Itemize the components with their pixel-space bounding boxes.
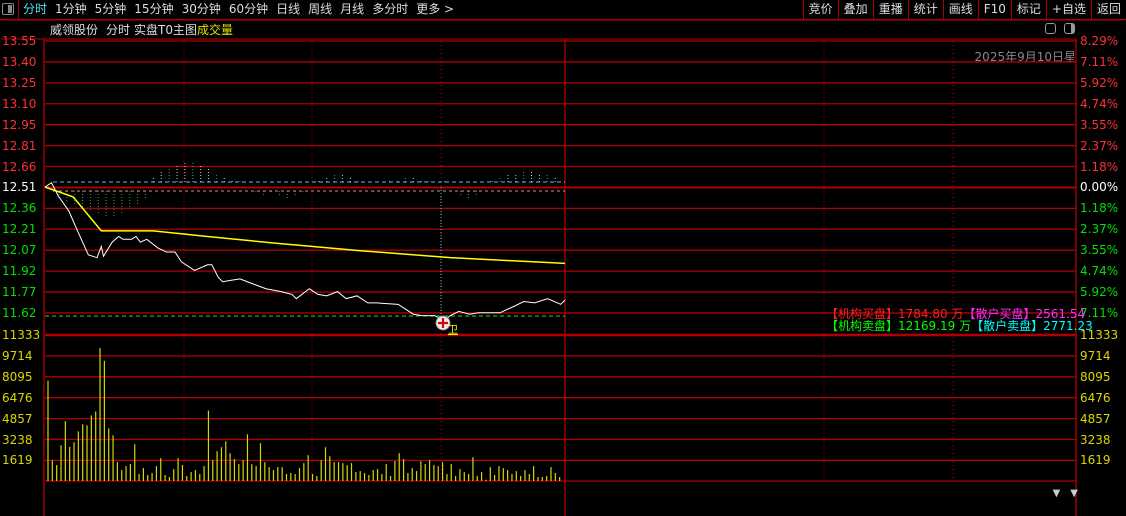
window-toggle-icon[interactable] [2,3,14,15]
volume-tick-right: 8095 [1080,369,1111,384]
tab-1[interactable]: 1分钟 [51,0,91,20]
tool-button-8[interactable]: 返回 [1090,0,1126,20]
chevron-down-icon[interactable]: ▼ [1053,488,1061,499]
volume-tick: 4857 [2,411,33,426]
expand-up-icon[interactable] [1045,23,1056,34]
price-tick: 12.95 [2,117,37,132]
price-tick: 13.55 [2,34,37,48]
inst-sell-value: 12169.19 万 [898,319,972,333]
percent-tick: 5.92% [1080,285,1119,300]
tab-10[interactable]: 更多 > [412,0,458,20]
stock-name: 威领股份 [50,23,99,37]
tab-6[interactable]: 日线 [272,0,304,20]
price-tick: 11.77 [2,285,37,300]
tool-button-4[interactable]: 画线 [942,0,978,20]
percent-tick: 2.37% [1080,138,1119,153]
percent-tick: 7.11% [1080,54,1119,69]
price-tick: 12.51 [2,180,37,195]
percent-tick: 2.37% [1080,222,1119,237]
sell-flow-row: 【机构卖盘】12169.19 万【散户卖盘】2771.23 [826,320,1093,332]
volume-tick: 1619 [2,453,33,468]
volume-tick: 11333 [2,328,41,342]
tool-button-7[interactable]: +自选 [1045,0,1091,20]
tab-4[interactable]: 30分钟 [178,0,225,20]
tool-button-1[interactable]: 叠加 [837,0,873,20]
avg-price-line [44,186,566,265]
trade-marker-label: 卫 [448,325,458,336]
bottom-controls: ▼ ▼ [1053,488,1078,499]
price-tick: 12.36 [2,201,37,216]
chevron-down-icon[interactable]: ▼ [1070,488,1078,499]
price-tick: 12.81 [2,138,37,153]
percent-tick: 7.11% [1080,305,1119,320]
percent-tick: 4.74% [1080,264,1119,279]
percent-tick: 3.55% [1080,117,1119,132]
volume-tick: 6476 [2,390,33,405]
retail-sell-value: 2771.23 [1043,319,1093,333]
price-tick: 13.10 [2,96,37,111]
price-tick: 12.07 [2,243,37,258]
plus-icon [438,318,448,328]
period-tabs: 分时 1分钟 5分钟 15分钟 30分钟 60分钟 日线 周线 月线 多分时 更多 > [18,0,458,20]
tab-8[interactable]: 月线 [336,0,368,20]
price-line [44,182,566,322]
inst-sell-label: 【机构卖盘】 [826,319,899,333]
percent-tick: 1.18% [1080,201,1119,216]
volume-label[interactable]: 成交量 [197,21,233,39]
tab-0[interactable]: 分时 [19,0,51,20]
tool-button-3[interactable]: 统计 [907,0,943,20]
percent-tick: 5.92% [1080,75,1119,90]
volume-tick-right: 6476 [1080,390,1111,405]
volume-tick-right: 1619 [1080,453,1111,468]
percent-tick: 1.18% [1080,159,1119,174]
tool-button-5[interactable]: F10 [977,0,1011,20]
date-label: 2025年9月10日星 [974,50,1076,64]
volume-tick: 9714 [2,348,33,363]
tab-5[interactable]: 60分钟 [225,0,272,20]
percent-tick: 3.55% [1080,243,1119,258]
volume-tick-right: 3238 [1080,432,1111,447]
tool-button-2[interactable]: 重播 [872,0,908,20]
volume-tick-right: 4857 [1080,411,1111,426]
tool-button-0[interactable]: 竞价 [802,0,838,20]
tab-2[interactable]: 5分钟 [91,0,131,20]
chart-title: 威领股份 分时 实盘T0主图 成交量 [50,21,233,39]
chart-mode: 分时 [106,23,131,37]
intraday-chart [1,19,1125,516]
price-tick: 13.25 [2,75,37,90]
volume-tick: 8095 [2,369,33,384]
volume-tick-right: 9714 [1080,348,1111,363]
retail-sell-label: 【散户卖盘】 [971,319,1044,333]
price-tick: 12.66 [2,159,37,174]
price-tick: 11.92 [2,264,37,279]
price-tick: 12.21 [2,222,37,237]
price-tick: 13.40 [2,54,37,69]
tab-7[interactable]: 周线 [304,0,336,20]
price-tick: 11.62 [2,305,37,320]
panel-toggle-icon[interactable] [1064,23,1075,34]
indicator-name[interactable]: 实盘T0主图 [134,21,197,39]
tool-buttons: 竞价 叠加 重播 统计 画线 F10 标记 +自选 返回 [802,0,1126,20]
percent-tick: 0.00% [1080,180,1119,195]
volume-tick: 3238 [2,432,33,447]
tab-9[interactable]: 多分时 [368,0,412,20]
tool-button-6[interactable]: 标记 [1010,0,1046,20]
percent-tick: 4.74% [1080,96,1119,111]
tab-3[interactable]: 15分钟 [130,0,177,20]
percent-tick: 8.29% [1080,34,1119,48]
top-toolbar: 分时 1分钟 5分钟 15分钟 30分钟 60分钟 日线 周线 月线 多分时 更多 > 竞价 叠加 重播… [0,0,1126,20]
